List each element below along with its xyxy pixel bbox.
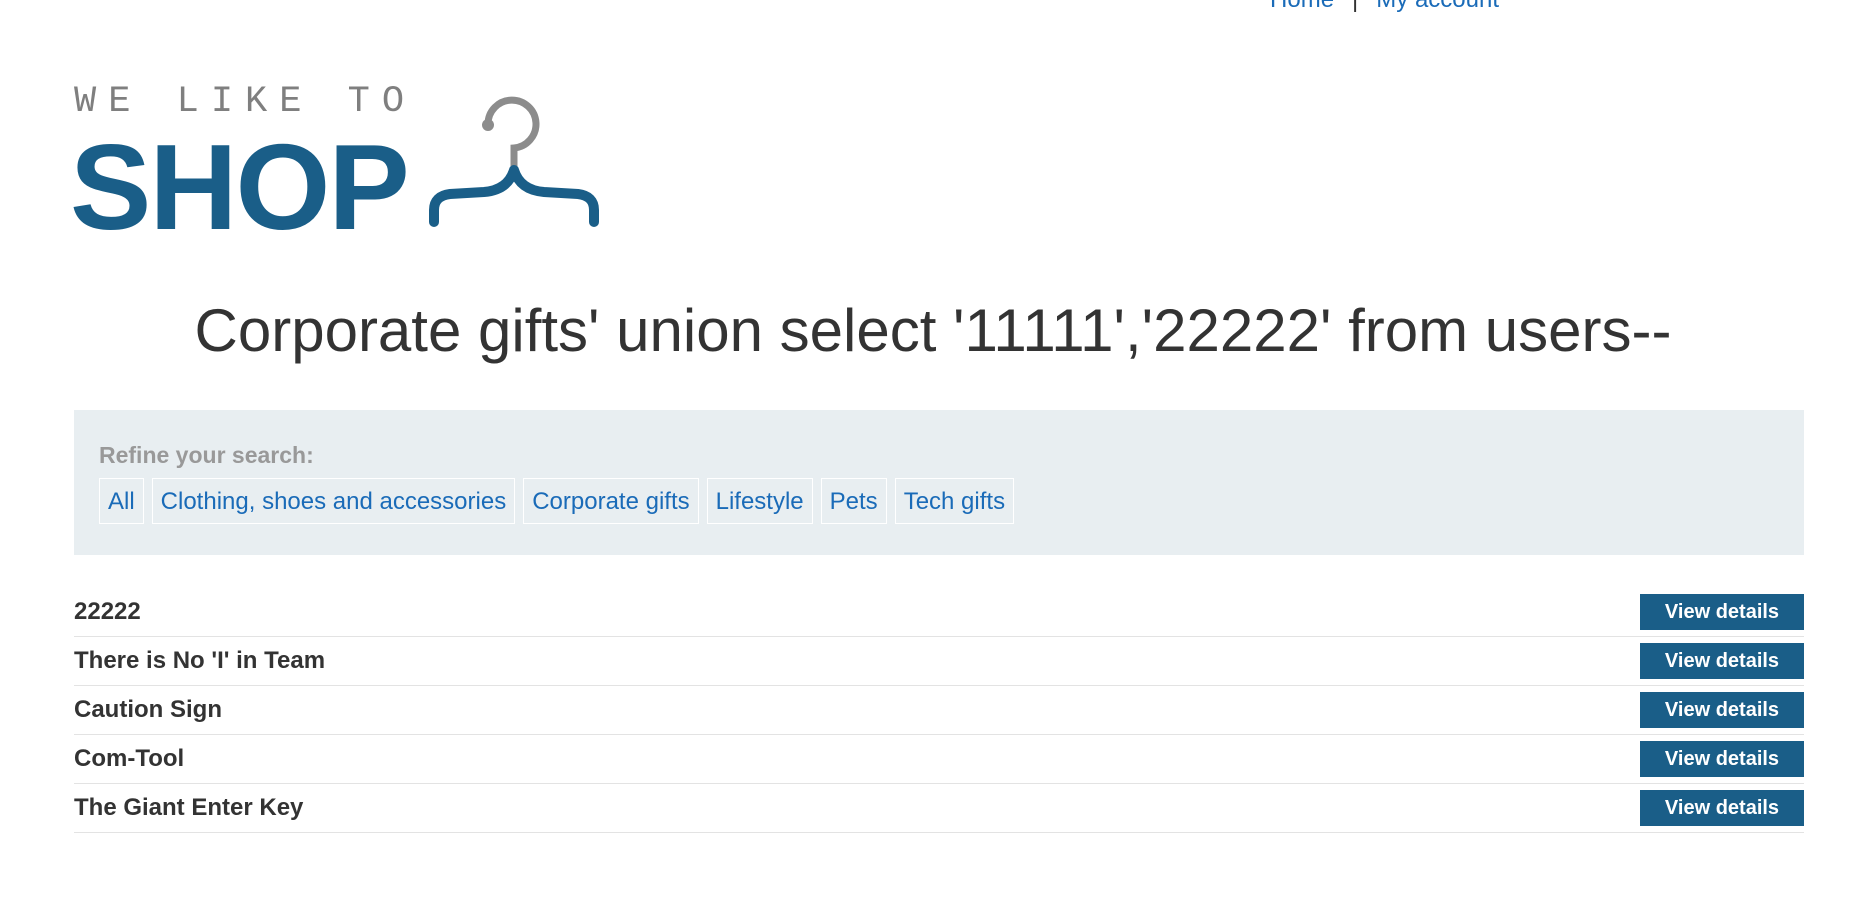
view-details-button[interactable]: View details [1640,741,1804,777]
view-details-button[interactable]: View details [1640,692,1804,728]
product-name: There is No 'I' in Team [74,647,326,674]
hanger-icon [429,96,599,227]
filter-corporate-gifts[interactable]: Corporate gifts [523,478,699,524]
view-details-button[interactable]: View details [1640,790,1804,826]
top-nav: Home | My account [1270,0,1499,14]
table-row: The Giant Enter Key View details [74,784,1804,833]
view-details-button[interactable]: View details [1640,643,1804,679]
filter-panel: Refine your search: All Clothing, shoes … [74,410,1804,555]
product-name: Caution Sign [74,696,222,723]
logo-wordmark: SHOP [70,119,410,255]
filter-pets[interactable]: Pets [820,478,887,524]
nav-separator: | [1352,0,1358,14]
page-title: Corporate gifts' union select '11111','2… [194,297,1672,364]
home-link[interactable]: Home [1270,0,1334,14]
filter-tech-gifts[interactable]: Tech gifts [894,478,1015,524]
table-row: There is No 'I' in Team View details [74,637,1804,686]
filter-label: Refine your search: [99,442,314,468]
product-table: 22222 View details There is No 'I' in Te… [74,588,1804,833]
filter-clothing[interactable]: Clothing, shoes and accessories [151,478,516,524]
filter-lifestyle[interactable]: Lifestyle [706,478,813,524]
table-row: Caution Sign View details [74,686,1804,735]
view-details-button[interactable]: View details [1640,594,1804,630]
logo-tagline: WE LIKE TO [74,81,417,123]
table-row: 22222 View details [74,588,1804,637]
product-name: Com-Tool [74,745,185,772]
site-logo[interactable]: WE LIKE TO SHOP [70,81,614,248]
page: Home | My account WE LIKE TO SHOP Corpor… [0,0,1866,921]
product-name: 22222 [74,598,141,625]
category-filter-list: All Clothing, shoes and accessories Corp… [99,478,1015,524]
filter-all[interactable]: All [99,478,144,524]
table-row: Com-Tool View details [74,735,1804,784]
product-name: The Giant Enter Key [74,794,304,821]
my-account-link[interactable]: My account [1376,0,1499,14]
